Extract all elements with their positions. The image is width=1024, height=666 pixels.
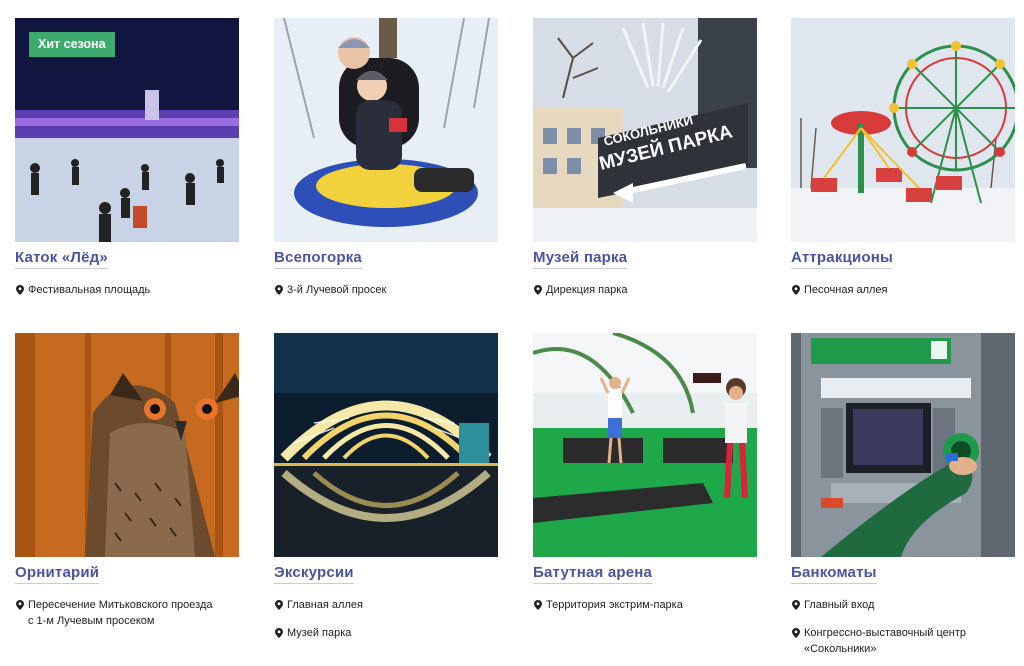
location-item: Пересечение Митьковского проезда с 1-м Л… bbox=[15, 597, 248, 629]
location-text: Территория экстрим-парка bbox=[546, 599, 683, 611]
location-text: 3-й Лучевой просек bbox=[287, 284, 387, 296]
atm-photo[interactable] bbox=[791, 333, 1015, 557]
location-text: Главный вход bbox=[804, 599, 875, 611]
card-title[interactable]: Каток «Лёд» bbox=[15, 249, 108, 269]
card-title[interactable]: Орнитарий bbox=[15, 564, 100, 584]
park-museum-photo[interactable]: СОКОЛЬНИКИ МУЗЕЙ ПАРКА bbox=[533, 18, 757, 242]
trampoline-arena-photo[interactable] bbox=[533, 333, 757, 557]
snow-tubing-photo[interactable] bbox=[274, 18, 498, 242]
location-item: Главный вход bbox=[791, 597, 1024, 613]
owl-photo[interactable] bbox=[15, 333, 239, 557]
card-title[interactable]: Музей парка bbox=[533, 249, 628, 269]
location-pin-icon bbox=[792, 628, 800, 638]
card-title[interactable]: Всепогорка bbox=[274, 249, 362, 269]
location-pin-icon bbox=[275, 285, 283, 295]
location-item: Территория экстрим-парка bbox=[533, 597, 766, 613]
ferris-wheel-photo[interactable] bbox=[791, 18, 1015, 242]
card-title[interactable]: Батутная арена bbox=[533, 564, 653, 584]
location-pin-icon bbox=[534, 600, 542, 610]
location-text: Главная аллея bbox=[287, 599, 363, 611]
location-item: Фестивальная площадь bbox=[15, 282, 248, 298]
location-item: Дирекция парка bbox=[533, 282, 766, 298]
location-pin-icon bbox=[275, 628, 283, 638]
hit-season-badge: Хит сезона bbox=[29, 32, 115, 57]
card-title[interactable]: Экскурсии bbox=[274, 564, 354, 584]
location-item: Песочная аллея bbox=[791, 282, 1024, 298]
location-item: Конгрессно-выставочный центр «Сокольники… bbox=[791, 625, 1024, 657]
location-text: Музей парка bbox=[287, 627, 352, 639]
location-pin-icon bbox=[792, 600, 800, 610]
location-text: Фестивальная площадь bbox=[28, 284, 151, 296]
location-pin-icon bbox=[275, 600, 283, 610]
location-text: Конгрессно-выставочный центр «Сокольники… bbox=[804, 627, 967, 655]
card-title[interactable]: Банкоматы bbox=[791, 564, 877, 584]
location-item: Главная аллея bbox=[274, 597, 507, 613]
location-text: Пересечение Митьковского проезда с 1-м Л… bbox=[28, 599, 213, 627]
location-item: 3-й Лучевой просек bbox=[274, 282, 507, 298]
location-pin-icon bbox=[16, 285, 24, 295]
light-tunnel-photo[interactable] bbox=[274, 333, 498, 557]
location-pin-icon bbox=[534, 285, 542, 295]
location-text: Дирекция парка bbox=[546, 284, 628, 296]
card-title[interactable]: Аттракционы bbox=[791, 249, 894, 269]
location-text: Песочная аллея bbox=[804, 284, 888, 296]
location-pin-icon bbox=[16, 600, 24, 610]
location-pin-icon bbox=[792, 285, 800, 295]
location-item: Музей парка bbox=[274, 625, 507, 641]
